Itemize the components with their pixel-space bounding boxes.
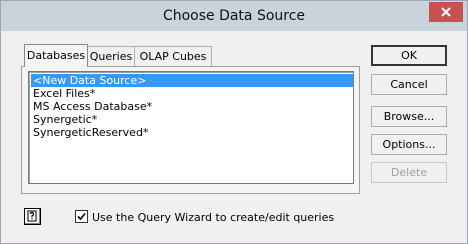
help-button[interactable] bbox=[24, 208, 41, 225]
title-bar[interactable]: Choose Data Source bbox=[1, 1, 467, 31]
tab-databases[interactable]: Databases bbox=[24, 44, 88, 67]
window-title: Choose Data Source bbox=[162, 8, 306, 24]
cancel-button[interactable]: Cancel bbox=[371, 74, 447, 95]
query-wizard-label[interactable]: Use the Query Wizard to create/edit quer… bbox=[92, 211, 334, 224]
data-source-list[interactable]: <New Data Source> Excel Files* MS Access… bbox=[28, 71, 354, 184]
list-item-ms-access-database[interactable]: MS Access Database* bbox=[31, 100, 353, 113]
delete-button[interactable]: Delete bbox=[371, 162, 447, 183]
query-wizard-checkbox[interactable] bbox=[75, 210, 88, 223]
list-item-excel-files[interactable]: Excel Files* bbox=[31, 87, 353, 100]
ok-button[interactable]: OK bbox=[371, 45, 447, 66]
tab-queries[interactable]: Queries bbox=[87, 46, 135, 66]
close-icon bbox=[441, 7, 451, 17]
options-button[interactable]: Options... bbox=[371, 134, 447, 155]
list-item-synergetic-reserved[interactable]: SynergeticReserved* bbox=[31, 126, 353, 139]
list-item-synergetic[interactable]: Synergetic* bbox=[31, 113, 353, 126]
close-button[interactable] bbox=[429, 2, 463, 22]
tab-olap-cubes[interactable]: OLAP Cubes bbox=[134, 46, 212, 66]
checkmark-icon bbox=[77, 212, 86, 221]
help-question-icon bbox=[27, 210, 37, 222]
dialog-window: Choose Data Source Databases Queries OLA… bbox=[0, 0, 468, 244]
list-item-new-data-source[interactable]: <New Data Source> bbox=[31, 74, 353, 87]
browse-button[interactable]: Browse... bbox=[371, 106, 447, 127]
